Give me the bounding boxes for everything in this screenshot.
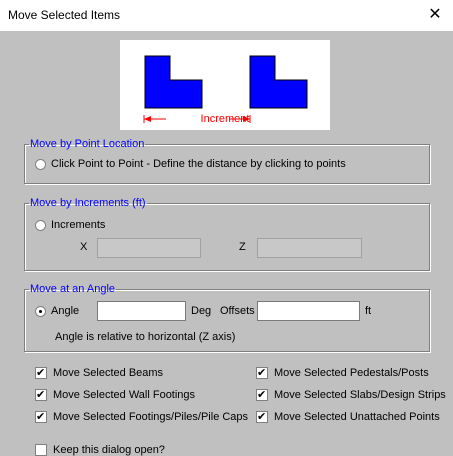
point-to-point-radio[interactable] (35, 158, 46, 170)
increment-label: Increment (200, 113, 250, 125)
keep-dialog-open-checkbox[interactable] (35, 444, 47, 456)
move-unattached-option[interactable]: Move Selected Unattached Points (256, 410, 440, 424)
x-increment-field[interactable] (97, 238, 201, 258)
move-footings-checkbox[interactable] (35, 410, 47, 424)
increments-legend: Move by Increments (ft) (30, 197, 146, 209)
move-unattached-checkbox[interactable] (256, 410, 268, 424)
angle-label: Angle (51, 305, 80, 317)
keep-dialog-open-label: Keep this dialog open? (53, 444, 165, 456)
keep-dialog-open-option[interactable]: Keep this dialog open? (35, 444, 165, 456)
increments-option[interactable]: Increments (35, 219, 105, 231)
angle-legend: Move at an Angle (30, 283, 116, 295)
move-beams-label: Move Selected Beams (53, 367, 164, 379)
move-slabs-label: Move Selected Slabs/Design Strips (274, 389, 446, 401)
angle-note: Angle is relative to horizontal (Z axis) (55, 331, 236, 343)
point-to-point-label: Click Point to Point - Define the distan… (51, 158, 346, 170)
move-footings-label: Move Selected Footings/Piles/Pile Caps (53, 411, 249, 423)
close-button[interactable]: ✕ (417, 0, 453, 31)
ft-unit-label: ft (365, 305, 372, 317)
angle-field[interactable] (97, 301, 186, 321)
z-increment-field[interactable] (257, 238, 362, 258)
move-beams-option[interactable]: Move Selected Beams (35, 366, 164, 380)
increments-label: Increments (51, 219, 106, 231)
move-slabs-checkbox[interactable] (256, 388, 268, 402)
move-pedestals-checkbox[interactable] (256, 366, 268, 380)
move-footings-option[interactable]: Move Selected Footings/Piles/Pile Caps (35, 410, 249, 424)
move-illustration: Increment (120, 40, 330, 130)
move-slabs-option[interactable]: Move Selected Slabs/Design Strips (256, 388, 446, 402)
offsets-label: Offsets (220, 305, 255, 317)
move-pedestals-option[interactable]: Move Selected Pedestals/Posts (256, 366, 429, 380)
move-wall-footings-checkbox[interactable] (35, 388, 47, 402)
increments-group: Move by Increments (ft) (24, 197, 430, 271)
move-beams-checkbox[interactable] (35, 366, 47, 380)
move-wall-footings-label: Move Selected Wall Footings (53, 389, 196, 401)
z-label: Z (239, 241, 246, 253)
point-to-point-option[interactable]: Click Point to Point - Define the distan… (35, 158, 346, 170)
angle-option[interactable]: Angle (35, 305, 79, 317)
move-unattached-label: Move Selected Unattached Points (274, 411, 440, 423)
title-bar: Move Selected Items ✕ (0, 0, 453, 31)
increments-radio[interactable] (35, 219, 46, 231)
window-title: Move Selected Items (8, 8, 121, 22)
close-icon: ✕ (428, 6, 442, 23)
offsets-field[interactable] (257, 301, 360, 321)
move-wall-footings-option[interactable]: Move Selected Wall Footings (35, 388, 196, 402)
x-label: X (80, 241, 88, 253)
move-pedestals-label: Move Selected Pedestals/Posts (274, 367, 429, 379)
angle-radio[interactable] (35, 305, 46, 317)
point-location-legend: Move by Point Location (30, 138, 145, 150)
deg-label: Deg (191, 305, 212, 317)
